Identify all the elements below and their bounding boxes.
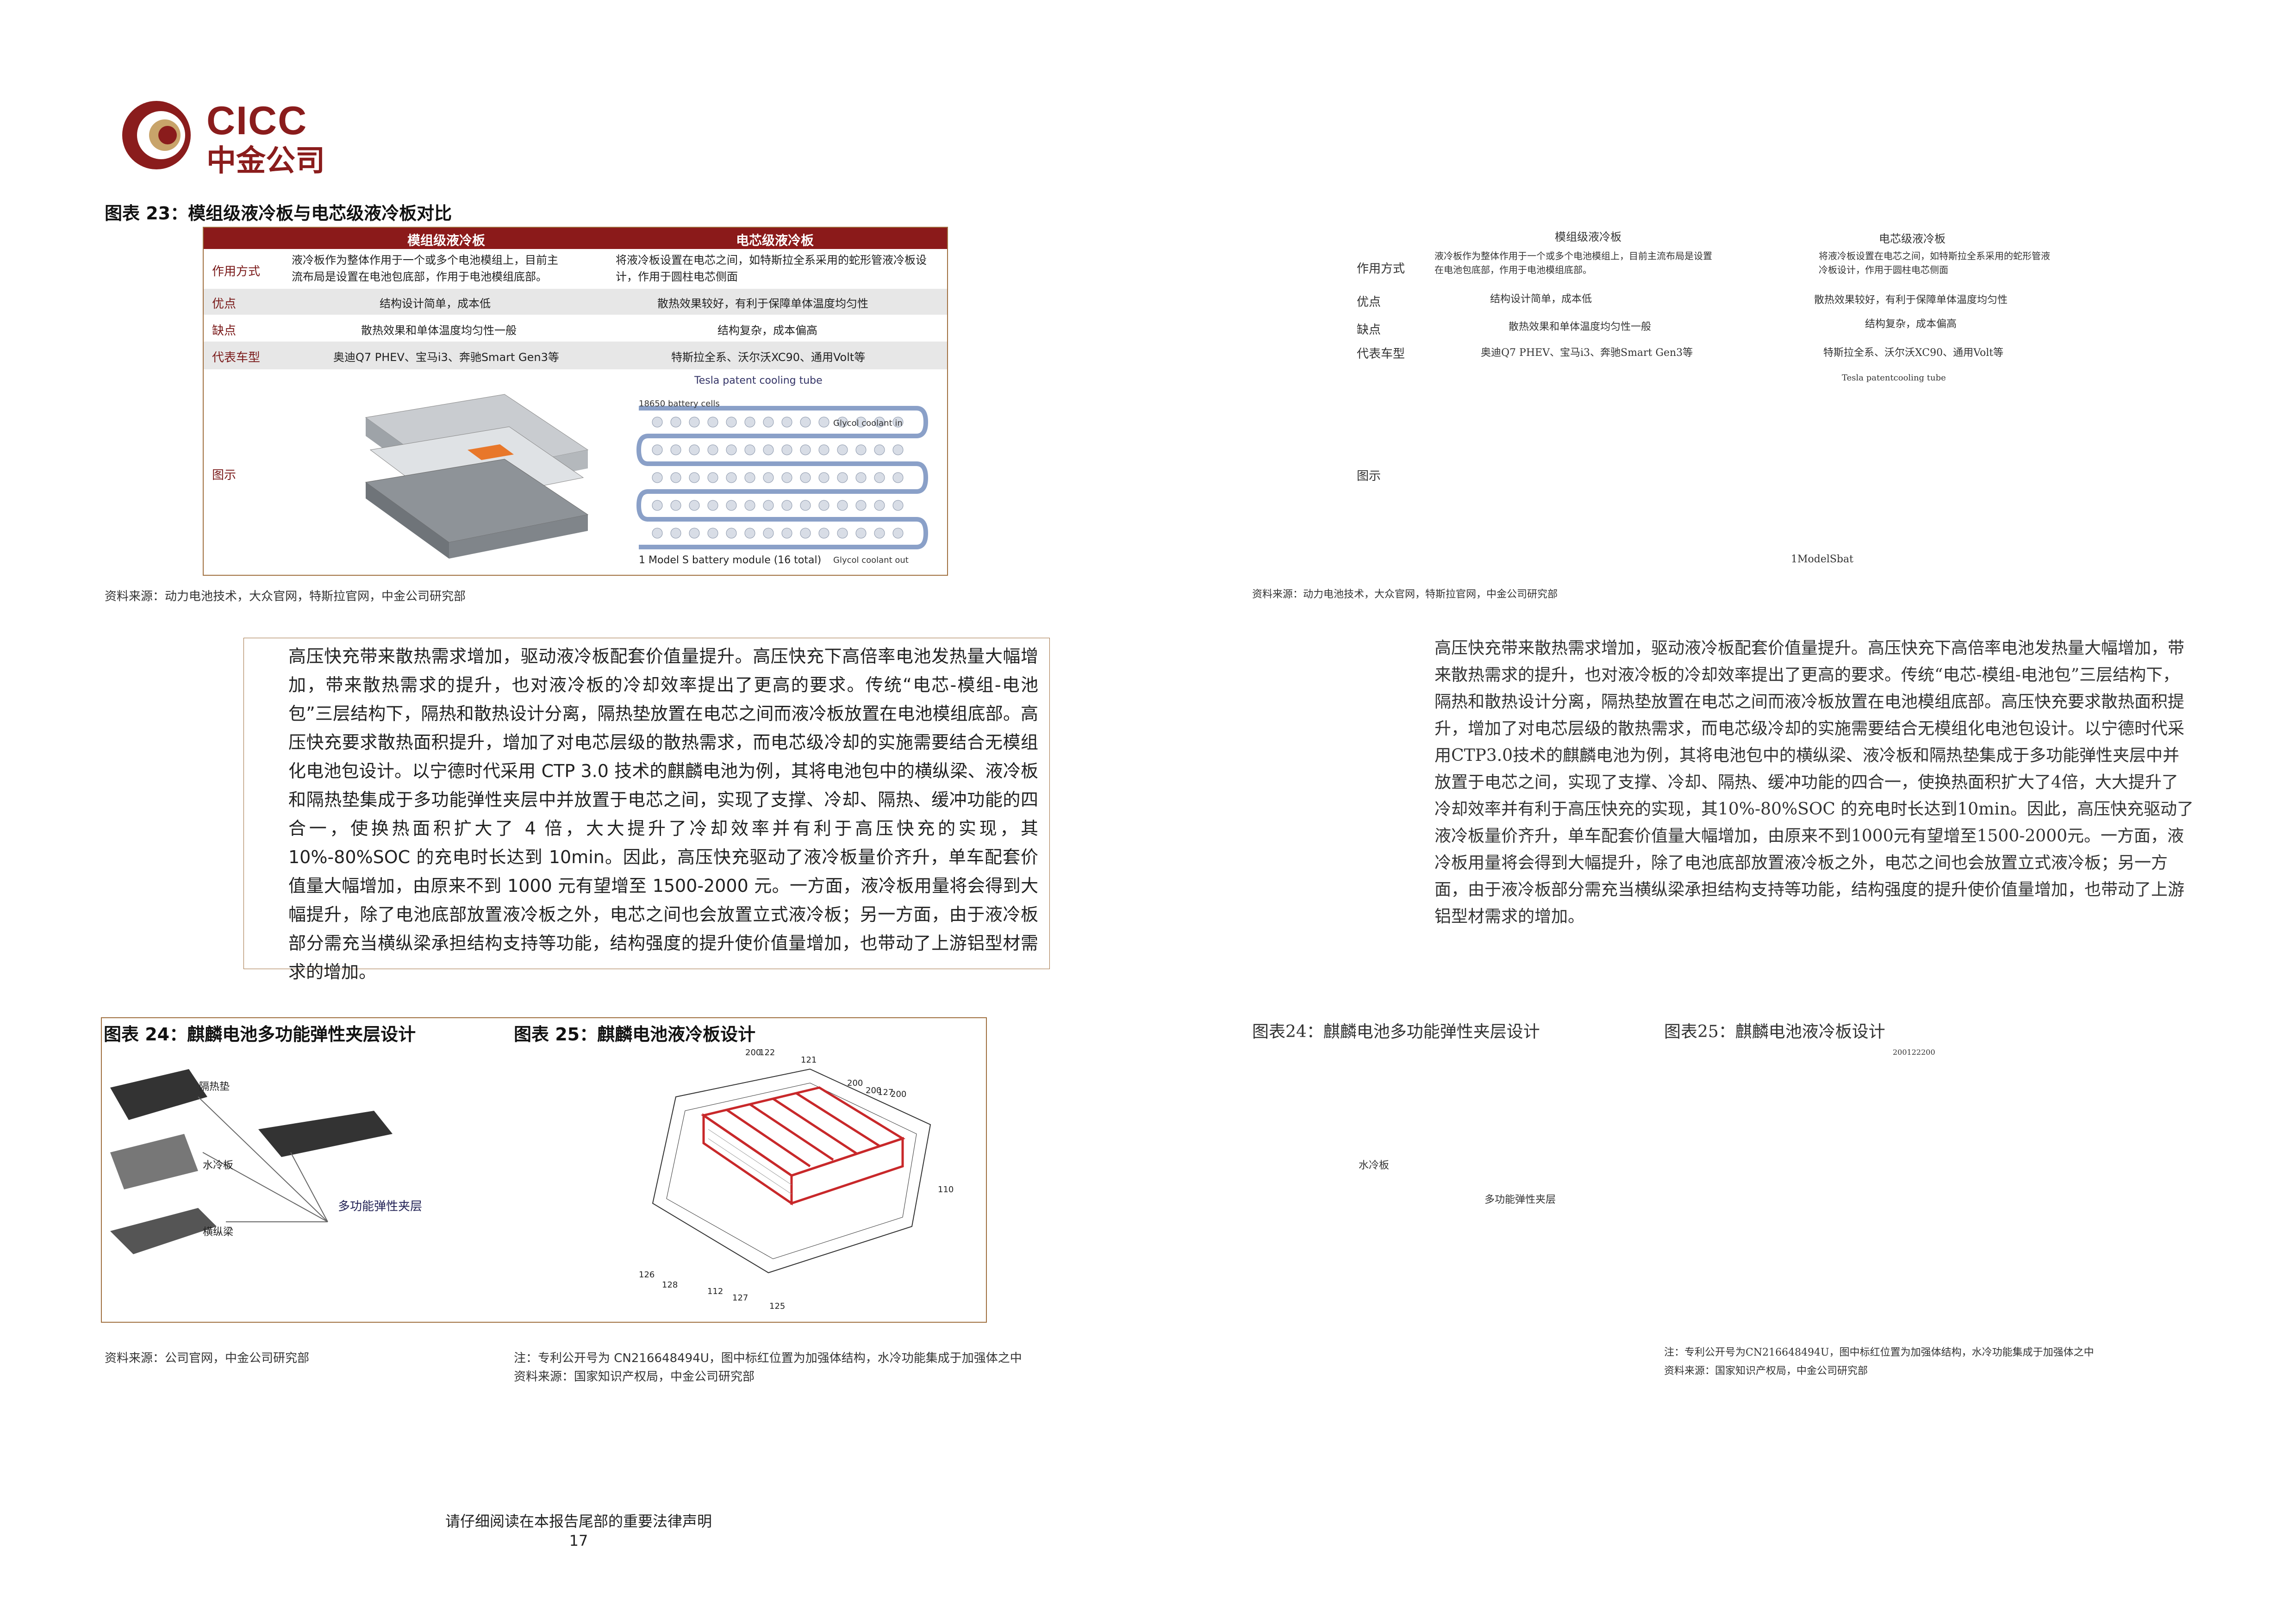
body-paragraph: 高压快充带来散热需求增加，驱动液冷板配套价值量提升。高压快充下高倍率电池发热量大… bbox=[288, 646, 1038, 982]
part-num-110: 110 bbox=[938, 1185, 954, 1195]
row-label-models: 代表车型 bbox=[212, 351, 261, 365]
label-multifunction-layer: 多功能弹性夹层 bbox=[338, 1200, 423, 1213]
r-row3-col2: 结构复杂，成本偏高 bbox=[1865, 318, 1957, 330]
cells-label: 18650 battery cells bbox=[639, 399, 720, 409]
r-row3-col1: 散热效果和单体温度均匀性一般 bbox=[1509, 321, 1652, 333]
label-water-plate: 水冷板 bbox=[203, 1160, 234, 1171]
row-label-image: 图示 bbox=[212, 468, 237, 482]
part-num-127b: 127 bbox=[732, 1293, 748, 1303]
part-num-112: 112 bbox=[707, 1287, 723, 1296]
figure-24-title: 图表 24：麒麟电池多功能弹性夹层设计 bbox=[104, 1024, 416, 1045]
multifunction-layer-image bbox=[110, 1069, 393, 1254]
r-paragraph: 高压快充带来散热需求增加，驱动液冷板配套价值量提升。高压快充下高倍率电池发热量大… bbox=[1434, 639, 2194, 926]
r-label-method: 作用方式 bbox=[1357, 262, 1405, 276]
r-row4-col1: 奥迪Q7 PHEV、宝马i3、奔驰Smart Gen3等 bbox=[1481, 347, 1693, 359]
row4-col1: 奥迪Q7 PHEV、宝马i3、奔驰Smart Gen3等 bbox=[333, 351, 559, 364]
page-number: 17 bbox=[569, 1532, 588, 1549]
r-source: 资料来源：动力电池技术，大众官网，特斯拉官网，中金公司研究部 bbox=[1252, 589, 1558, 600]
r-header-col1: 模组级液冷板 bbox=[1555, 230, 1621, 243]
report-page: CICC 中金公司 图表 23：模组级液冷板与电芯级液冷板对比 模组级液冷板 电… bbox=[0, 0, 1148, 1624]
r-row2-col2: 散热效果较好，有利于保障单体温度均匀性 bbox=[1814, 294, 2008, 306]
legal-notice: 请仔细阅读在本报告尾部的重要法律声明 bbox=[445, 1512, 712, 1530]
row4-col2: 特斯拉全系、沃尔沃XC90、通用Volt等 bbox=[671, 351, 866, 364]
r-label-pros: 优点 bbox=[1357, 295, 1381, 309]
liquid-cooling-plate-image bbox=[652, 1068, 931, 1274]
figure-25-source: 资料来源：国家知识产权局，中金公司研究部 bbox=[514, 1370, 755, 1384]
battery-module-pack-image bbox=[365, 394, 589, 559]
figure-25-title: 图表 25：麒麟电池液冷板设计 bbox=[514, 1024, 756, 1045]
part-num-128: 128 bbox=[662, 1280, 678, 1290]
r-water-plate: 水冷板 bbox=[1359, 1160, 1390, 1171]
figure-25-note: 注：专利公开号为 CN216648494U，图中标红位置为加强体结构，水冷功能集… bbox=[514, 1351, 1022, 1365]
r-row2-col1: 结构设计简单，成本低 bbox=[1490, 293, 1592, 305]
extraction-view: 模组级液冷板 电芯级液冷板 作用方式 液冷板作为整体作用于一个或多个电池模组上，… bbox=[1148, 0, 2295, 1624]
part-num-200d: 200 bbox=[891, 1089, 907, 1099]
coolant-in-label: Glycol coolant in bbox=[833, 418, 903, 428]
r-tesla: Tesla patentcooling tube bbox=[1842, 373, 1946, 383]
r-label-models: 代表车型 bbox=[1357, 347, 1405, 361]
r-fig24-title: 图表24：麒麟电池多功能弹性夹层设计 bbox=[1252, 1022, 1540, 1041]
r-row1-col2: 将液冷板设置在电芯之间，如特斯拉全系采用的蛇形管液冷板设计，作用于圆柱电芯侧面 bbox=[1819, 250, 2050, 275]
row2-col2: 散热效果较好，有利于保障单体温度均匀性 bbox=[657, 297, 868, 310]
r-layer: 多功能弹性夹层 bbox=[1484, 1194, 1556, 1206]
tesla-caption: Tesla patent cooling tube bbox=[694, 375, 823, 386]
r-row4-col2: 特斯拉全系、沃尔沃XC90、通用Volt等 bbox=[1823, 347, 2004, 359]
r-model: 1ModelSbat bbox=[1791, 554, 1854, 565]
row1-col1: 液冷板作为整体作用于一个或多个电池模组上，目前主流布局是设置在电池包底部，作用于… bbox=[292, 254, 558, 283]
part-num-121: 121 bbox=[801, 1055, 817, 1065]
part-num-200b: 200 bbox=[847, 1078, 863, 1088]
figure-23-title: 图表 23：模组级液冷板与电芯级液冷板对比 bbox=[105, 203, 452, 224]
figure-24-source: 资料来源：公司官网，中金公司研究部 bbox=[105, 1351, 310, 1365]
r-row1-col1: 液冷板作为整体作用于一个或多个电池模组上，目前主流布局是设置在电池包底部，作用于… bbox=[1434, 250, 1712, 275]
row-label-cons: 缺点 bbox=[212, 324, 237, 338]
r-source2: 资料来源：国家知识产权局，中金公司研究部 bbox=[1664, 1365, 1868, 1377]
header-col1: 模组级液冷板 bbox=[407, 233, 486, 248]
cicc-logo: CICC 中金公司 bbox=[119, 98, 332, 178]
r-img-label: 图示 bbox=[1357, 469, 1381, 483]
row3-col1: 散热效果和单体温度均匀性一般 bbox=[361, 324, 517, 337]
r-note: 注：专利公开号为CN216648494U，图中标红位置为加强体结构，水冷功能集成… bbox=[1664, 1347, 2094, 1358]
label-heat-pad: 隔热垫 bbox=[199, 1081, 230, 1093]
header-col2: 电芯级液冷板 bbox=[736, 233, 814, 248]
logo-brand-cn: 中金公司 bbox=[206, 144, 325, 178]
r-fig25-title: 图表25：麒麟电池液冷板设计 bbox=[1664, 1022, 1885, 1041]
part-num-125: 125 bbox=[769, 1301, 786, 1311]
cooling-tube-image bbox=[636, 406, 929, 549]
figure-23-table: 模组级液冷板 电芯级液冷板 作用方式 液冷板作为整体作用于一个或多个电池模组上，… bbox=[203, 227, 948, 576]
figure-23-source: 资料来源：动力电池技术，大众官网，特斯拉官网，中金公司研究部 bbox=[105, 590, 466, 604]
row1-col2: 将液冷板设置在电芯之间，如特斯拉全系采用的蛇形管液冷板设计，作用于圆柱电芯侧面 bbox=[616, 254, 927, 283]
part-num-126: 126 bbox=[639, 1270, 655, 1280]
row2-col1: 结构设计简单，成本低 bbox=[380, 297, 491, 310]
table-header bbox=[204, 228, 947, 249]
row3-col2: 结构复杂，成本偏高 bbox=[717, 324, 817, 337]
r-label-cons: 缺点 bbox=[1357, 323, 1381, 337]
label-beam: 横纵梁 bbox=[203, 1226, 234, 1238]
r-nums: 200122200 bbox=[1893, 1048, 1935, 1057]
part-num-122: 122 bbox=[759, 1048, 775, 1058]
cicc-logo-mark-icon bbox=[122, 101, 191, 169]
r-header-col2: 电芯级液冷板 bbox=[1879, 232, 1946, 245]
row-label-method: 作用方式 bbox=[212, 265, 261, 279]
body-paragraph-box: 高压快充带来散热需求增加，驱动液冷板配套价值量提升。高压快充下高倍率电池发热量大… bbox=[243, 638, 1050, 982]
coolant-out-label: Glycol coolant out bbox=[833, 555, 909, 565]
figure-24-25-box: 图表 24：麒麟电池多功能弹性夹层设计 图表 25：麒麟电池液冷板设计 隔热垫 … bbox=[101, 1017, 987, 1323]
module-label: 1 Model S battery module (16 total) bbox=[639, 554, 822, 566]
row-label-pros: 优点 bbox=[212, 297, 237, 311]
